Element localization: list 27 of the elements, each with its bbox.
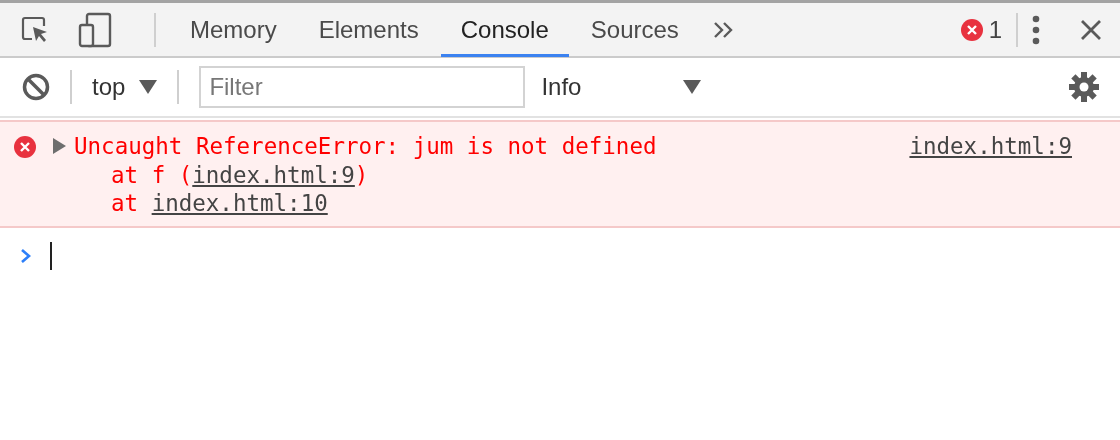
source-link[interactable]: index.html:9 xyxy=(192,161,355,188)
error-message: Uncaught ReferenceError: jum is not defined xyxy=(74,132,657,161)
device-icon[interactable] xyxy=(78,11,112,48)
expand-triangle-icon[interactable] xyxy=(52,138,66,155)
stack-trace-line: at f (index.html:9) xyxy=(110,160,370,189)
error-icon xyxy=(960,18,983,41)
source-link[interactable]: index.html:9 xyxy=(909,132,1072,161)
text-cursor[interactable] xyxy=(50,241,52,270)
context-select[interactable]: top xyxy=(92,73,158,101)
settings-icon[interactable] xyxy=(1068,71,1100,103)
panel-tab[interactable]: Console xyxy=(440,2,569,57)
source-link[interactable]: index.html:10 xyxy=(151,190,328,216)
panel-tab[interactable]: Sources xyxy=(570,2,699,57)
more-options-icon[interactable] xyxy=(1032,14,1040,45)
close-icon[interactable] xyxy=(1080,18,1102,41)
panel-tab[interactable]: Elements xyxy=(298,2,439,57)
panel-tab[interactable]: Memory xyxy=(170,2,297,57)
error-count: 1 xyxy=(988,15,1002,44)
dropdown-caret-icon xyxy=(139,80,158,94)
dropdown-caret-icon xyxy=(683,80,702,94)
clear-console-icon[interactable] xyxy=(22,73,50,101)
filter-field[interactable]: Filter xyxy=(199,66,526,108)
stack-trace-line: at index.html:10 xyxy=(110,189,329,218)
more-tabs-icon[interactable] xyxy=(712,20,735,39)
log-level-select[interactable]: Info xyxy=(541,73,702,101)
error-icon xyxy=(14,136,36,158)
prompt-chevron-icon xyxy=(20,247,32,264)
